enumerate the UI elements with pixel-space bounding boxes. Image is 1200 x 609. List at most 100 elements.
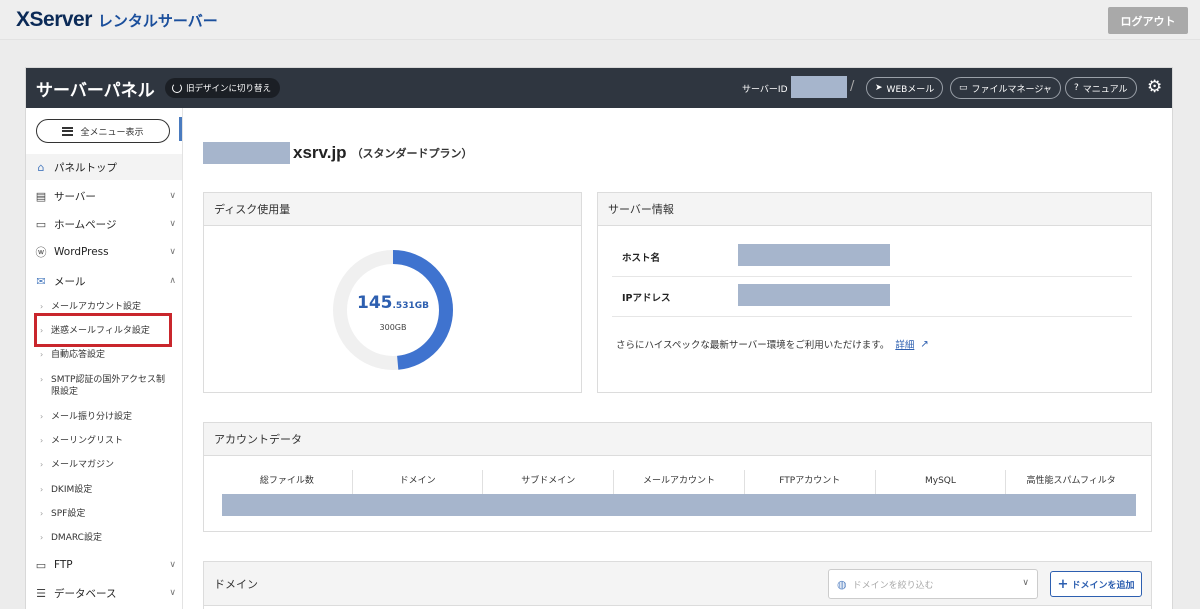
old-design-label: 旧デザインに切り替え <box>186 84 272 94</box>
divider <box>612 316 1132 317</box>
refresh-icon <box>172 83 182 93</box>
sidebar-item-database[interactable]: ☰ データベース ∨ <box>26 580 182 606</box>
globe-icon: ◍ <box>837 577 847 591</box>
upgrade-note: さらにハイスペックな最新サーバー環境をご利用いただけます。 詳細 ↗ <box>616 337 929 352</box>
domain-suffix: xsrv.jp <box>293 143 347 162</box>
column-header: MySQL <box>876 470 1007 494</box>
chevron-right-icon: › <box>40 460 44 469</box>
chevron-down-icon: ∨ <box>169 219 176 229</box>
wordpress-icon: ⓦ <box>35 246 47 259</box>
chevron-down-icon: ∨ <box>169 560 176 570</box>
ip-value-masked <box>738 284 890 306</box>
sidebar-item-panel-top[interactable]: ⌂ パネルトップ <box>26 154 182 180</box>
sidebar: 全メニュー表示 ⌂ パネルトップ ▤ サーバー ∨ ▭ ホームページ ∨ ⓦ W… <box>26 108 182 609</box>
old-design-toggle-button[interactable]: 旧デザインに切り替え <box>165 78 281 98</box>
chevron-down-icon: ∨ <box>169 191 176 201</box>
hostname-value-masked <box>738 244 890 266</box>
sidebar-item-label: WordPress <box>54 246 109 258</box>
sidebar-sub-item[interactable]: › SMTP認証の国外アクセス制限設定 <box>26 374 176 400</box>
chevron-right-icon: › <box>40 436 44 445</box>
chevron-down-icon: ∨ <box>1022 578 1029 588</box>
disk-usage-card: ディスク使用量 145.531GB 300GB <box>203 192 582 393</box>
column-header: 総ファイル数 <box>222 470 353 494</box>
sidebar-item-label: データベース <box>54 587 117 600</box>
server-id-label: サーバーID <box>742 85 788 95</box>
external-link-icon: ↗ <box>920 338 929 350</box>
chevron-down-icon: ∨ <box>169 247 176 257</box>
page-title: xsrv.jp （スタンダードプラン） <box>203 142 473 164</box>
window-icon: ▭ <box>35 217 47 231</box>
column-header: 高性能スパムフィルタ <box>1026 476 1116 486</box>
column-header: ドメイン <box>353 470 484 494</box>
file-manager-button[interactable]: ▭ ファイルマネージャ <box>950 77 1061 99</box>
chevron-right-icon: › <box>40 509 44 518</box>
sidebar-item-label: パネルトップ <box>54 161 117 174</box>
chevron-right-icon: › <box>40 485 44 494</box>
panel-header: サーバーパネル 旧デザインに切り替え サーバーID / ➤ WEBメール ▭ フ… <box>26 68 1172 108</box>
domain-masked <box>203 142 290 164</box>
sidebar-item-label: メール <box>54 275 86 288</box>
database-icon: ☰ <box>36 586 46 600</box>
header-separator: / <box>850 79 855 94</box>
disk-donut-chart: 145.531GB 300GB <box>330 247 456 373</box>
info-row-ip: IPアドレス <box>612 277 1132 317</box>
card-title: サーバー情報 <box>598 193 1151 226</box>
domain-filter-select[interactable]: ◍ ドメインを絞り込む ∨ <box>828 569 1038 599</box>
logo-sub-text: レンタルサーバー <box>97 12 218 30</box>
disk-used-value: 145.531GB <box>357 293 429 313</box>
panel-title: サーバーパネル <box>36 81 155 101</box>
help-icon: ? <box>1074 83 1079 93</box>
add-domain-label: ドメインを追加 <box>1071 580 1135 591</box>
plan-label: （スタンダードプラン） <box>351 147 473 160</box>
webmail-button[interactable]: ➤ WEBメール <box>866 77 944 99</box>
chevron-down-icon: ∨ <box>169 588 176 598</box>
chevron-right-icon: › <box>40 412 44 421</box>
server-panel: サーバーパネル 旧デザインに切り替え サーバーID / ➤ WEBメール ▭ フ… <box>25 67 1173 609</box>
home-icon: ⌂ <box>37 160 45 174</box>
domain-filter-placeholder: ドメインを絞り込む <box>852 580 934 591</box>
account-data-columns: 総ファイル数 ドメイン サブドメイン メールアカウント FTPアカウント MyS… <box>222 470 1136 494</box>
logo-main-text: XServer <box>16 8 92 31</box>
info-label: IPアドレス <box>622 293 671 304</box>
folder-icon: ▭ <box>959 83 968 93</box>
chevron-right-icon: › <box>40 375 44 384</box>
chevron-right-icon: › <box>40 350 44 359</box>
info-row-hostname: ホスト名 <box>612 237 1132 277</box>
server-icon: ▤ <box>35 189 47 203</box>
sidebar-divider <box>182 108 183 609</box>
hamburger-icon <box>62 126 74 136</box>
all-menu-label: 全メニュー表示 <box>80 127 144 138</box>
sidebar-item-mail[interactable]: ✉ メール ∧ <box>26 268 182 294</box>
add-domain-button[interactable]: + ドメインを追加 <box>1050 571 1142 597</box>
sidebar-item-wordpress[interactable]: ⓦ WordPress ∨ <box>26 239 182 265</box>
monitor-icon: ▭ <box>35 558 47 572</box>
plus-icon: + <box>1057 576 1069 592</box>
server-id-value-masked <box>791 76 847 98</box>
chevron-right-icon: › <box>40 533 44 542</box>
sidebar-item-ftp[interactable]: ▭ FTP ∨ <box>26 552 182 578</box>
details-link[interactable]: 詳細 <box>895 337 914 351</box>
logout-button[interactable]: ログアウト <box>1108 7 1188 34</box>
server-info-card: サーバー情報 ホスト名 IPアドレス さらにハイスペックな最新サーバー環境をご利… <box>597 192 1152 393</box>
paper-plane-icon: ➤ <box>875 83 883 93</box>
account-data-card: アカウントデータ 総ファイル数 ドメイン サブドメイン メールアカウント FTP… <box>203 422 1152 532</box>
xserver-logo[interactable]: XServer レンタルサーバー <box>16 8 218 32</box>
upgrade-note-text: さらにハイスペックな最新サーバー環境をご利用いただけます。 <box>616 340 890 351</box>
sidebar-item-server[interactable]: ▤ サーバー ∨ <box>26 183 182 209</box>
manual-label: マニュアル <box>1082 84 1128 95</box>
card-title: ディスク使用量 <box>204 193 581 226</box>
manual-button[interactable]: ? マニュアル <box>1065 77 1137 99</box>
sidebar-item-label: ホームページ <box>54 218 117 231</box>
account-data-values-masked <box>222 494 1136 516</box>
gear-icon[interactable]: ⚙ <box>1147 77 1162 97</box>
disk-total-value: 300GB <box>379 323 407 332</box>
column-header: メールアカウント <box>614 470 745 494</box>
sidebar-item-homepage[interactable]: ▭ ホームページ ∨ <box>26 211 182 237</box>
sidebar-item-label: FTP <box>54 559 73 571</box>
card-title: アカウントデータ <box>204 423 1151 456</box>
mail-icon: ✉ <box>36 274 46 288</box>
chevron-up-icon: ∧ <box>169 276 176 286</box>
file-manager-label: ファイルマネージャ <box>971 84 1052 95</box>
top-bar: XServer レンタルサーバー ログアウト <box>0 0 1200 40</box>
all-menu-button[interactable]: 全メニュー表示 <box>36 119 170 143</box>
